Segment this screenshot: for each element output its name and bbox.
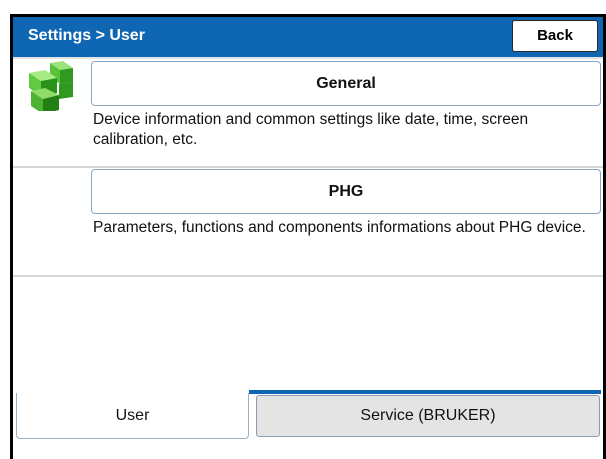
tab-bar-accent-line (249, 390, 601, 394)
general-button[interactable]: General (91, 61, 601, 106)
phg-description: Parameters, functions and components inf… (93, 219, 586, 236)
phg-section: PHG Parameters, functions and components… (13, 168, 603, 277)
general-description: Device information and common settings l… (93, 111, 529, 148)
page-title: Settings > User (28, 27, 145, 44)
tab-user[interactable]: User (16, 393, 249, 439)
phg-button[interactable]: PHG (91, 169, 601, 214)
tab-service-bruker[interactable]: Service (BRUKER) (256, 395, 600, 437)
tab-bar: User Service (BRUKER) (13, 390, 603, 440)
settings-screen: Settings > User Back General Device info… (0, 0, 606, 459)
green-cubes-icon (29, 61, 73, 111)
title-bar: Settings > User Back (13, 17, 603, 59)
general-section: General Device information and common se… (13, 59, 603, 168)
back-button[interactable]: Back (512, 20, 598, 52)
